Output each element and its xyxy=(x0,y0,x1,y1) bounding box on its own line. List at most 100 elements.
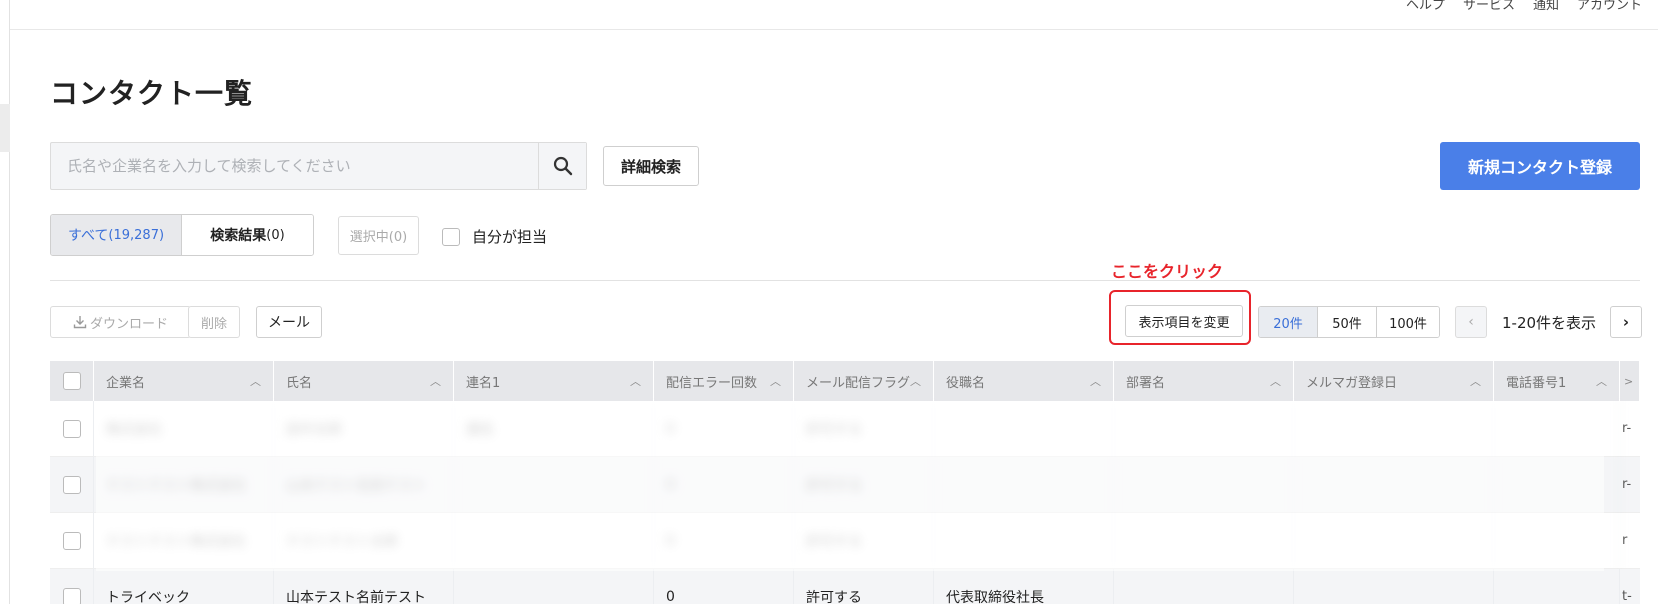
cell-mail-flag: 許可する xyxy=(794,512,934,569)
sort-caret-icon[interactable]: ︿ xyxy=(250,373,261,389)
sort-caret-icon[interactable]: ︿ xyxy=(770,373,781,389)
tab-results-label: 検索結果 xyxy=(210,228,267,244)
mail-button[interactable]: メール xyxy=(256,306,322,338)
left-rail-indicator xyxy=(0,104,10,152)
nav-help[interactable]: ヘルプ xyxy=(1406,0,1445,13)
row-select[interactable] xyxy=(50,512,94,569)
page-size-100[interactable]: 100件 xyxy=(1377,307,1439,337)
cell-name: 山本テスト名前テスト xyxy=(274,568,454,604)
contacts-table: 企業名 ︿ 氏名 ︿ 連名1 ︿ 配信エラー回数 ︿ メール配信フラグ ︿ 役職名 ︿ 部署… xyxy=(50,361,1640,604)
column-label: メルマガ登録日 xyxy=(1306,375,1398,391)
download-button[interactable]: ダウンロード xyxy=(50,306,191,338)
cell-company: 株式会社 xyxy=(94,400,274,457)
delete-button[interactable]: 削除 xyxy=(188,306,240,338)
selected-count-button[interactable]: 選択中(0) xyxy=(338,216,419,255)
top-nav: ヘルプ サービス 通知 アカウント xyxy=(1406,0,1642,13)
own-assigned-checkbox[interactable] xyxy=(442,227,460,246)
column-header-department[interactable]: 部署名 ︿ xyxy=(1114,361,1294,401)
cell-overflow: t- xyxy=(1622,589,1632,604)
annotation-label: ここをクリック xyxy=(1111,262,1224,281)
own-assigned-filter[interactable]: 自分が担当 xyxy=(442,226,547,247)
tab-search-results[interactable]: 検索結果 (0) xyxy=(182,215,313,255)
header-select-all[interactable] xyxy=(50,361,94,401)
cell-job-title xyxy=(934,400,1114,457)
cell-job-title xyxy=(934,512,1114,569)
cell-name: 山本テスト名前テスト xyxy=(274,456,454,513)
column-header-overflow[interactable]: > xyxy=(1620,361,1640,401)
column-header-newsletter-date[interactable]: メルマガ登録日 ︿ xyxy=(1294,361,1494,401)
table-row[interactable]: トライベック 山本テスト名前テスト 0 許可する 代表取締役社長 t- xyxy=(50,568,1640,604)
prev-page-button[interactable]: ‹ xyxy=(1455,306,1487,338)
column-header-renmei[interactable]: 連名1 ︿ xyxy=(454,361,654,401)
page-size-20[interactable]: 20件 xyxy=(1259,307,1318,337)
cell-phone xyxy=(1494,400,1620,457)
page-size-selector: 20件 50件 100件 xyxy=(1258,306,1440,338)
row-checkbox[interactable] xyxy=(62,587,81,604)
column-header-mail-flag[interactable]: メール配信フラグ ︿ xyxy=(794,361,934,401)
column-label: 部署名 xyxy=(1126,375,1166,391)
cell-newsletter-date xyxy=(1294,512,1494,569)
cell-delivery-errors: 0 xyxy=(654,400,794,457)
column-header-job-title[interactable]: 役職名 ︿ xyxy=(934,361,1114,401)
new-contact-button[interactable]: 新規コンタクト登録 xyxy=(1440,142,1640,190)
column-label: 氏名 xyxy=(286,375,313,391)
column-label: 企業名 xyxy=(106,375,146,391)
column-label: 連名1 xyxy=(466,375,501,391)
chevron-right-icon[interactable]: > xyxy=(1624,375,1633,388)
cell-renmei: 連名 xyxy=(454,400,654,457)
table-row[interactable]: テストテスト株式会社 テストテスト太郎 0 許可する r xyxy=(50,512,1640,569)
page-title: コンタクト一覧 xyxy=(50,77,254,110)
cell-overflow: r- xyxy=(1622,477,1632,492)
nav-notification[interactable]: 通知 xyxy=(1533,0,1559,13)
cell-newsletter-date xyxy=(1294,400,1494,457)
row-select[interactable] xyxy=(50,400,94,457)
column-label: 電話番号1 xyxy=(1506,375,1567,391)
sort-caret-icon[interactable]: ︿ xyxy=(1470,373,1481,389)
cell-mail-flag: 許可する xyxy=(794,456,934,513)
row-checkbox[interactable] xyxy=(62,419,81,438)
advanced-search-button[interactable]: 詳細検索 xyxy=(603,146,699,186)
sort-caret-icon[interactable]: ︿ xyxy=(630,373,641,389)
search-button[interactable] xyxy=(538,143,586,189)
select-all-checkbox[interactable] xyxy=(62,372,81,390)
cell-department xyxy=(1114,568,1294,604)
row-select[interactable] xyxy=(50,568,94,604)
column-label: メール配信フラグ xyxy=(806,375,911,391)
own-assigned-label: 自分が担当 xyxy=(472,228,548,246)
search-box xyxy=(50,142,587,190)
cell-company: テストテスト株式会社 xyxy=(94,456,274,513)
sort-caret-icon[interactable]: ︿ xyxy=(1596,373,1607,389)
cell-delivery-errors: 0 xyxy=(654,512,794,569)
column-header-delivery-errors[interactable]: 配信エラー回数 ︿ xyxy=(654,361,794,401)
nav-service[interactable]: サービス xyxy=(1463,0,1515,13)
cell-renmei xyxy=(454,512,654,569)
section-divider xyxy=(50,280,1640,281)
next-page-button[interactable]: › xyxy=(1610,306,1642,338)
column-label: 配信エラー回数 xyxy=(666,375,758,391)
cell-overflow: r xyxy=(1622,533,1628,548)
chevron-right-icon: › xyxy=(1622,313,1630,331)
row-checkbox[interactable] xyxy=(62,531,81,550)
table-row[interactable]: 株式会社 田中太郎 連名 0 許可する r- xyxy=(50,400,1640,457)
change-columns-button[interactable]: 表示項目を変更 xyxy=(1125,305,1243,337)
top-bar: ヘルプ サービス 通知 アカウント xyxy=(10,0,1658,30)
table-row[interactable]: テストテスト株式会社 山本テスト名前テスト 0 許可する r- xyxy=(50,456,1640,513)
column-header-company[interactable]: 企業名 ︿ xyxy=(94,361,274,401)
row-checkbox[interactable] xyxy=(62,475,81,494)
cell-newsletter-date xyxy=(1294,568,1494,604)
sort-caret-icon[interactable]: ︿ xyxy=(1270,373,1281,389)
page-size-50[interactable]: 50件 xyxy=(1318,307,1377,337)
row-select[interactable] xyxy=(50,456,94,513)
sort-caret-icon[interactable]: ︿ xyxy=(1090,373,1101,389)
column-header-name[interactable]: 氏名 ︿ xyxy=(274,361,454,401)
column-header-phone[interactable]: 電話番号1 ︿ xyxy=(1494,361,1620,401)
sort-caret-icon[interactable]: ︿ xyxy=(910,373,921,389)
cell-mail-flag: 許可する xyxy=(794,568,934,604)
sort-caret-icon[interactable]: ︿ xyxy=(430,373,441,389)
cell-mail-flag: 許可する xyxy=(794,400,934,457)
tab-all[interactable]: すべて (19,287) xyxy=(51,215,182,255)
cell-renmei xyxy=(454,568,654,604)
nav-account[interactable]: アカウント xyxy=(1577,0,1642,13)
search-icon xyxy=(553,156,572,176)
search-input[interactable] xyxy=(51,143,538,189)
